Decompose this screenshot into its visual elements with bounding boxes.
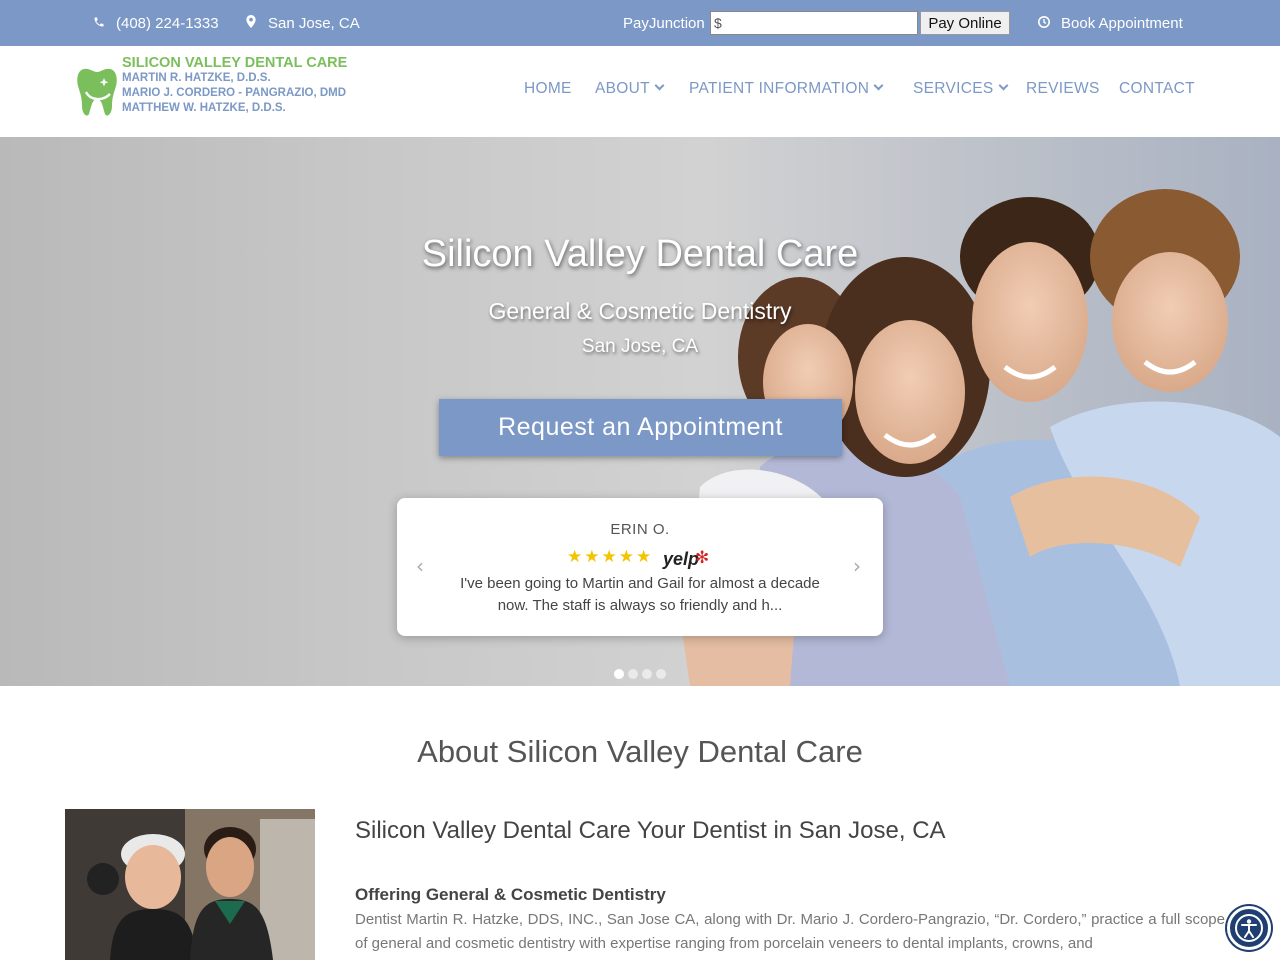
nav-reviews[interactable]: REVIEWS <box>1026 80 1100 98</box>
about-heading: Silicon Valley Dental Care Your Dentist … <box>355 817 946 844</box>
slider-dot[interactable] <box>628 669 638 679</box>
hero-slider: Silicon Valley Dental Care General & Cos… <box>0 137 1280 686</box>
map-pin-icon <box>244 15 258 31</box>
logo-doctor-line: MARTIN R. HATZKE, D.D.S. <box>122 72 271 84</box>
yelp-burst-icon: ✻ <box>695 548 710 568</box>
clock-icon <box>1037 15 1051 31</box>
review-text: I've been going to Martin and Gail for a… <box>460 575 820 614</box>
pay-amount-input[interactable] <box>710 11 918 35</box>
yelp-logo: yelp <box>663 549 700 569</box>
top-bar: (408) 224-1333 San Jose, CA PayJunction … <box>0 0 1280 46</box>
star-icon: ★ <box>636 547 652 567</box>
pay-online-button[interactable]: Pay Online <box>920 11 1010 35</box>
book-appointment-link[interactable]: Book Appointment <box>1037 0 1183 46</box>
dentists-photo <box>65 809 315 960</box>
star-icon: ★ <box>601 547 617 567</box>
star-icon: ★ <box>584 547 600 567</box>
chevron-down-icon <box>873 80 884 91</box>
tooth-logo-icon[interactable] <box>76 66 118 122</box>
chevron-down-icon <box>998 80 1008 91</box>
hero-location: San Jose, CA <box>581 336 699 357</box>
nav-about-label: ABOUT <box>595 80 650 97</box>
nav-home[interactable]: HOME <box>524 80 572 98</box>
payjunction-label: PayJunction <box>623 14 705 32</box>
slider-dot[interactable] <box>614 669 624 679</box>
phone-icon <box>92 16 106 31</box>
logo-doctor-line: MATTHEW W. HATZKE, D.D.S. <box>122 102 286 114</box>
nav-patient-information[interactable]: PATIENT INFORMATION <box>689 80 884 98</box>
star-icon: ★ <box>618 547 634 567</box>
reviewer-name: ERIN O. <box>610 521 670 538</box>
chevron-left-icon[interactable]: ‹ <box>416 554 424 578</box>
request-appointment-button[interactable]: Request an Appointment <box>439 399 842 456</box>
about-subheading: Offering General & Cosmetic Dentistry <box>355 885 666 904</box>
nav-home-label: HOME <box>524 80 572 97</box>
accessibility-icon[interactable] <box>1227 906 1271 950</box>
hero-title: Silicon Valley Dental Care <box>421 233 859 275</box>
hero-subtitle: General & Cosmetic Dentistry <box>488 298 792 324</box>
phone-link[interactable]: (408) 224-1333 <box>92 0 219 46</box>
logo-title: SILICON VALLEY DENTAL CARE <box>122 55 348 71</box>
star-rating: ★ ★ ★ ★ ★ <box>567 547 651 567</box>
site-header: SILICON VALLEY DENTAL CARE MARTIN R. HAT… <box>0 46 1280 137</box>
about-paragraph: Dentist Martin R. Hatzke, DDS, INC., San… <box>355 911 1225 952</box>
nav-about[interactable]: ABOUT <box>595 80 665 98</box>
nav-reviews-label: REVIEWS <box>1026 80 1100 97</box>
slider-dots <box>614 669 666 679</box>
about-section-title: About Silicon Valley Dental Care <box>417 734 863 769</box>
chevron-right-icon[interactable]: › <box>853 554 861 578</box>
logo-text[interactable]: SILICON VALLEY DENTAL CARE MARTIN R. HAT… <box>122 56 347 116</box>
star-icon: ★ <box>567 547 583 567</box>
nav-contact[interactable]: CONTACT <box>1119 80 1195 98</box>
phone-number: (408) 224-1333 <box>116 14 219 32</box>
nav-patient-information-label: PATIENT INFORMATION <box>689 80 870 97</box>
nav-services-label: SERVICES <box>913 80 994 97</box>
nav-contact-label: CONTACT <box>1119 80 1195 97</box>
book-appointment-text: Book Appointment <box>1061 14 1183 32</box>
logo-doctor-line: MARIO J. CORDERO - PANGRAZIO, DMD <box>122 87 347 99</box>
location-link[interactable]: San Jose, CA <box>244 0 360 46</box>
nav-services[interactable]: SERVICES <box>913 80 1008 98</box>
review-card: ERIN O. ★ ★ ★ ★ ★ yelp ✻ I've been going… <box>397 498 883 636</box>
chevron-down-icon <box>654 80 665 91</box>
slider-dot[interactable] <box>642 669 652 679</box>
slider-dot[interactable] <box>656 669 666 679</box>
location-text: San Jose, CA <box>268 14 360 32</box>
